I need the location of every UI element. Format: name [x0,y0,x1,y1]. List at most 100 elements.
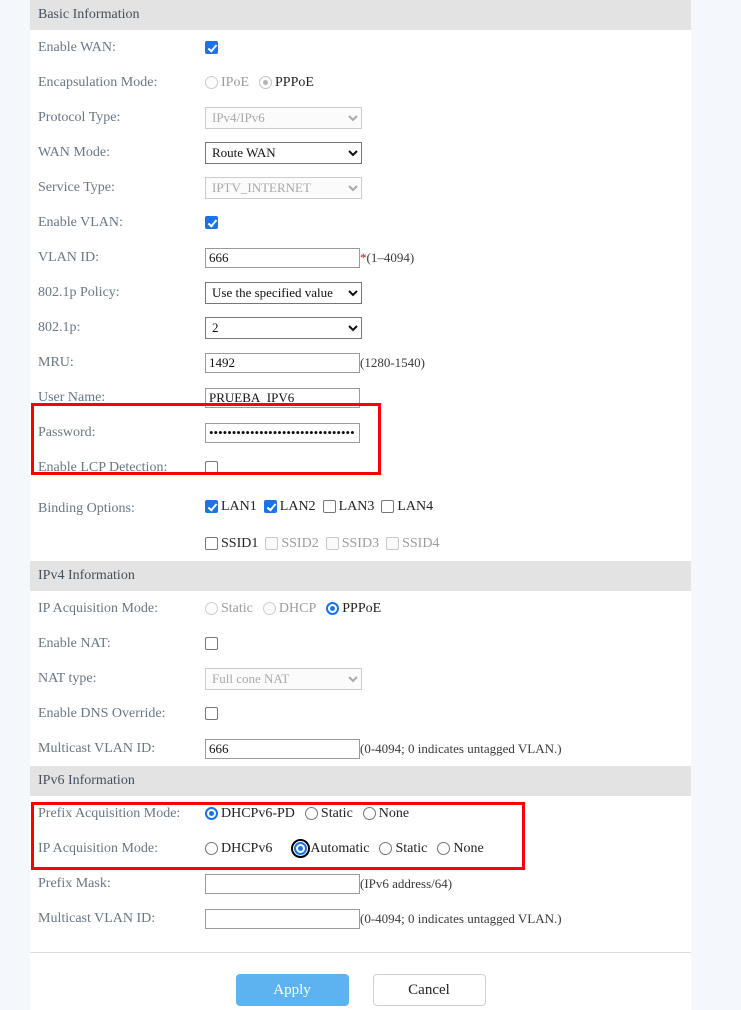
radio-dhcpv6[interactable] [205,842,218,855]
label-protocol-type: Protocol Type: [38,100,205,135]
radio-label-ipv6-none: None [453,831,483,866]
label-enable-nat: Enable NAT: [38,626,205,661]
select-nat-type: Full cone NAT [205,668,362,690]
cancel-button[interactable]: Cancel [373,974,486,1006]
radio-option-ipv4-pppoe[interactable]: PPPoE [326,591,381,626]
label-service-type: Service Type: [38,170,205,205]
apply-button[interactable]: Apply [236,974,349,1006]
radio-pppoe[interactable] [259,76,272,89]
radio-label-ipoe: IPoE [221,65,249,100]
radio-option-dhcpv6[interactable]: DHCPv6 [205,831,272,866]
radio-option-ipv4-static[interactable]: Static [205,591,253,626]
row-encapsulation-mode: Encapsulation Mode: IPoE PPPoE [30,65,691,100]
label-binding-options: Binding Options: [38,485,205,533]
label-8021p: 802.1p: [38,310,205,345]
row-8021p-policy: 802.1p Policy: Use the specified value [30,275,691,310]
radio-ipoe[interactable] [205,76,218,89]
checkbox-label-ssid3: SSID3 [342,526,379,561]
row-wan-mode: WAN Mode: Route WAN [30,135,691,170]
input-ipv6-multicast-vlan-id[interactable] [205,909,360,929]
checkbox-option-lan2[interactable]: LAN2 [264,489,316,524]
input-user-name[interactable] [205,388,360,408]
checkbox-label-ssid4: SSID4 [402,526,439,561]
radio-option-ipv6-static[interactable]: Static [379,831,427,866]
row-user-name: User Name: [30,380,691,415]
row-service-type: Service Type: IPTV_INTERNET [30,170,691,205]
hint-prefix-mask: (IPv6 address/64) [360,866,452,901]
row-ipv4-ip-acquisition-mode: IP Acquisition Mode: Static DHCP PPPoE [30,591,691,626]
checkbox-lan4[interactable] [381,500,394,513]
select-8021p-policy[interactable]: Use the specified value [205,282,362,304]
radio-automatic[interactable] [294,842,307,855]
select-protocol-type: IPv4/IPv6 [205,107,362,129]
checkbox-enable-nat[interactable] [205,637,218,650]
input-vlan-id[interactable] [205,248,360,268]
hint-mru: (1280-1540) [360,345,425,380]
checkbox-ssid1[interactable] [205,537,218,550]
label-ipv4-ip-acquisition-mode: IP Acquisition Mode: [38,591,205,626]
row-ipv4-multicast-vlan-id: Multicast VLAN ID: (0-4094; 0 indicates … [30,731,691,766]
label-enable-lcp-detection: Enable LCP Detection: [38,450,205,485]
radio-option-ipoe[interactable]: IPoE [205,65,249,100]
checkbox-option-lan4[interactable]: LAN4 [381,489,433,524]
checkbox-option-lan1[interactable]: LAN1 [205,489,257,524]
radio-dhcpv6-pd[interactable] [205,807,218,820]
radio-option-ipv4-dhcp[interactable]: DHCP [263,591,316,626]
row-mru: MRU: (1280-1540) [30,345,691,380]
radio-option-pppoe[interactable]: PPPoE [259,65,314,100]
checkbox-option-lan3[interactable]: LAN3 [323,489,375,524]
radio-option-ipv6-none[interactable]: None [437,831,483,866]
checkbox-enable-vlan[interactable] [205,216,218,229]
hint-ipv4-multicast-vlan-id: (0-4094; 0 indicates untagged VLAN.) [360,731,562,766]
row-ipv6-ip-acquisition-mode: IP Acquisition Mode: DHCPv6 Automatic St… [30,831,691,866]
radio-ipv6-static[interactable] [379,842,392,855]
checkbox-lan3[interactable] [323,500,336,513]
input-prefix-mask[interactable] [205,874,360,894]
radio-ipv6-none[interactable] [437,842,450,855]
radio-option-prefix-static[interactable]: Static [305,796,353,831]
binding-lan-row: LAN1 LAN2 LAN3 LAN4 [205,489,446,524]
label-user-name: User Name: [38,380,205,415]
radio-label-prefix-none: None [379,796,409,831]
radio-label-ipv4-dhcp: DHCP [279,591,316,626]
radio-prefix-none[interactable] [363,807,376,820]
radio-ipv4-pppoe[interactable] [326,602,339,615]
checkbox-option-ssid2: SSID2 [265,526,318,561]
radio-ipv4-dhcp[interactable] [263,602,276,615]
label-ipv6-multicast-vlan-id: Multicast VLAN ID: [38,901,205,936]
checkbox-enable-wan[interactable] [205,41,218,54]
label-enable-dns-override: Enable DNS Override: [38,696,205,731]
checkbox-enable-lcp-detection[interactable] [205,461,218,474]
radio-option-automatic[interactable]: Automatic [294,831,369,866]
input-mru[interactable] [205,353,360,373]
select-8021p[interactable]: 2 [205,317,362,339]
footer-button-bar: Apply Cancel [30,953,691,1006]
checkbox-lan1[interactable] [205,500,218,513]
input-ipv4-multicast-vlan-id[interactable] [205,739,360,759]
label-prefix-mask: Prefix Mask: [38,866,205,901]
checkbox-enable-dns-override[interactable] [205,707,218,720]
checkbox-lan2[interactable] [264,500,277,513]
label-wan-mode: WAN Mode: [38,135,205,170]
hint-ipv6-multicast-vlan-id: (0-4094; 0 indicates untagged VLAN.) [360,901,562,936]
label-ipv6-ip-acquisition-mode: IP Acquisition Mode: [38,831,205,866]
label-nat-type: NAT type: [38,661,205,696]
radio-option-dhcpv6-pd[interactable]: DHCPv6-PD [205,796,295,831]
checkbox-label-ssid2: SSID2 [281,526,318,561]
radio-option-prefix-none[interactable]: None [363,796,409,831]
checkbox-option-ssid3: SSID3 [326,526,379,561]
radio-label-ipv6-static: Static [395,831,427,866]
radio-ipv4-static[interactable] [205,602,218,615]
row-protocol-type: Protocol Type: IPv4/IPv6 [30,100,691,135]
checkbox-label-lan4: LAN4 [397,489,433,524]
page-root: Basic Information Enable WAN: Encapsulat… [0,0,741,1010]
checkbox-label-lan2: LAN2 [280,489,316,524]
row-nat-type: NAT type: Full cone NAT [30,661,691,696]
checkbox-ssid3 [326,537,339,550]
radio-prefix-static[interactable] [305,807,318,820]
checkbox-option-ssid4: SSID4 [386,526,439,561]
checkbox-option-ssid1[interactable]: SSID1 [205,526,258,561]
select-wan-mode[interactable]: Route WAN [205,142,362,164]
input-password[interactable] [205,423,360,443]
radio-label-pppoe: PPPoE [275,65,314,100]
